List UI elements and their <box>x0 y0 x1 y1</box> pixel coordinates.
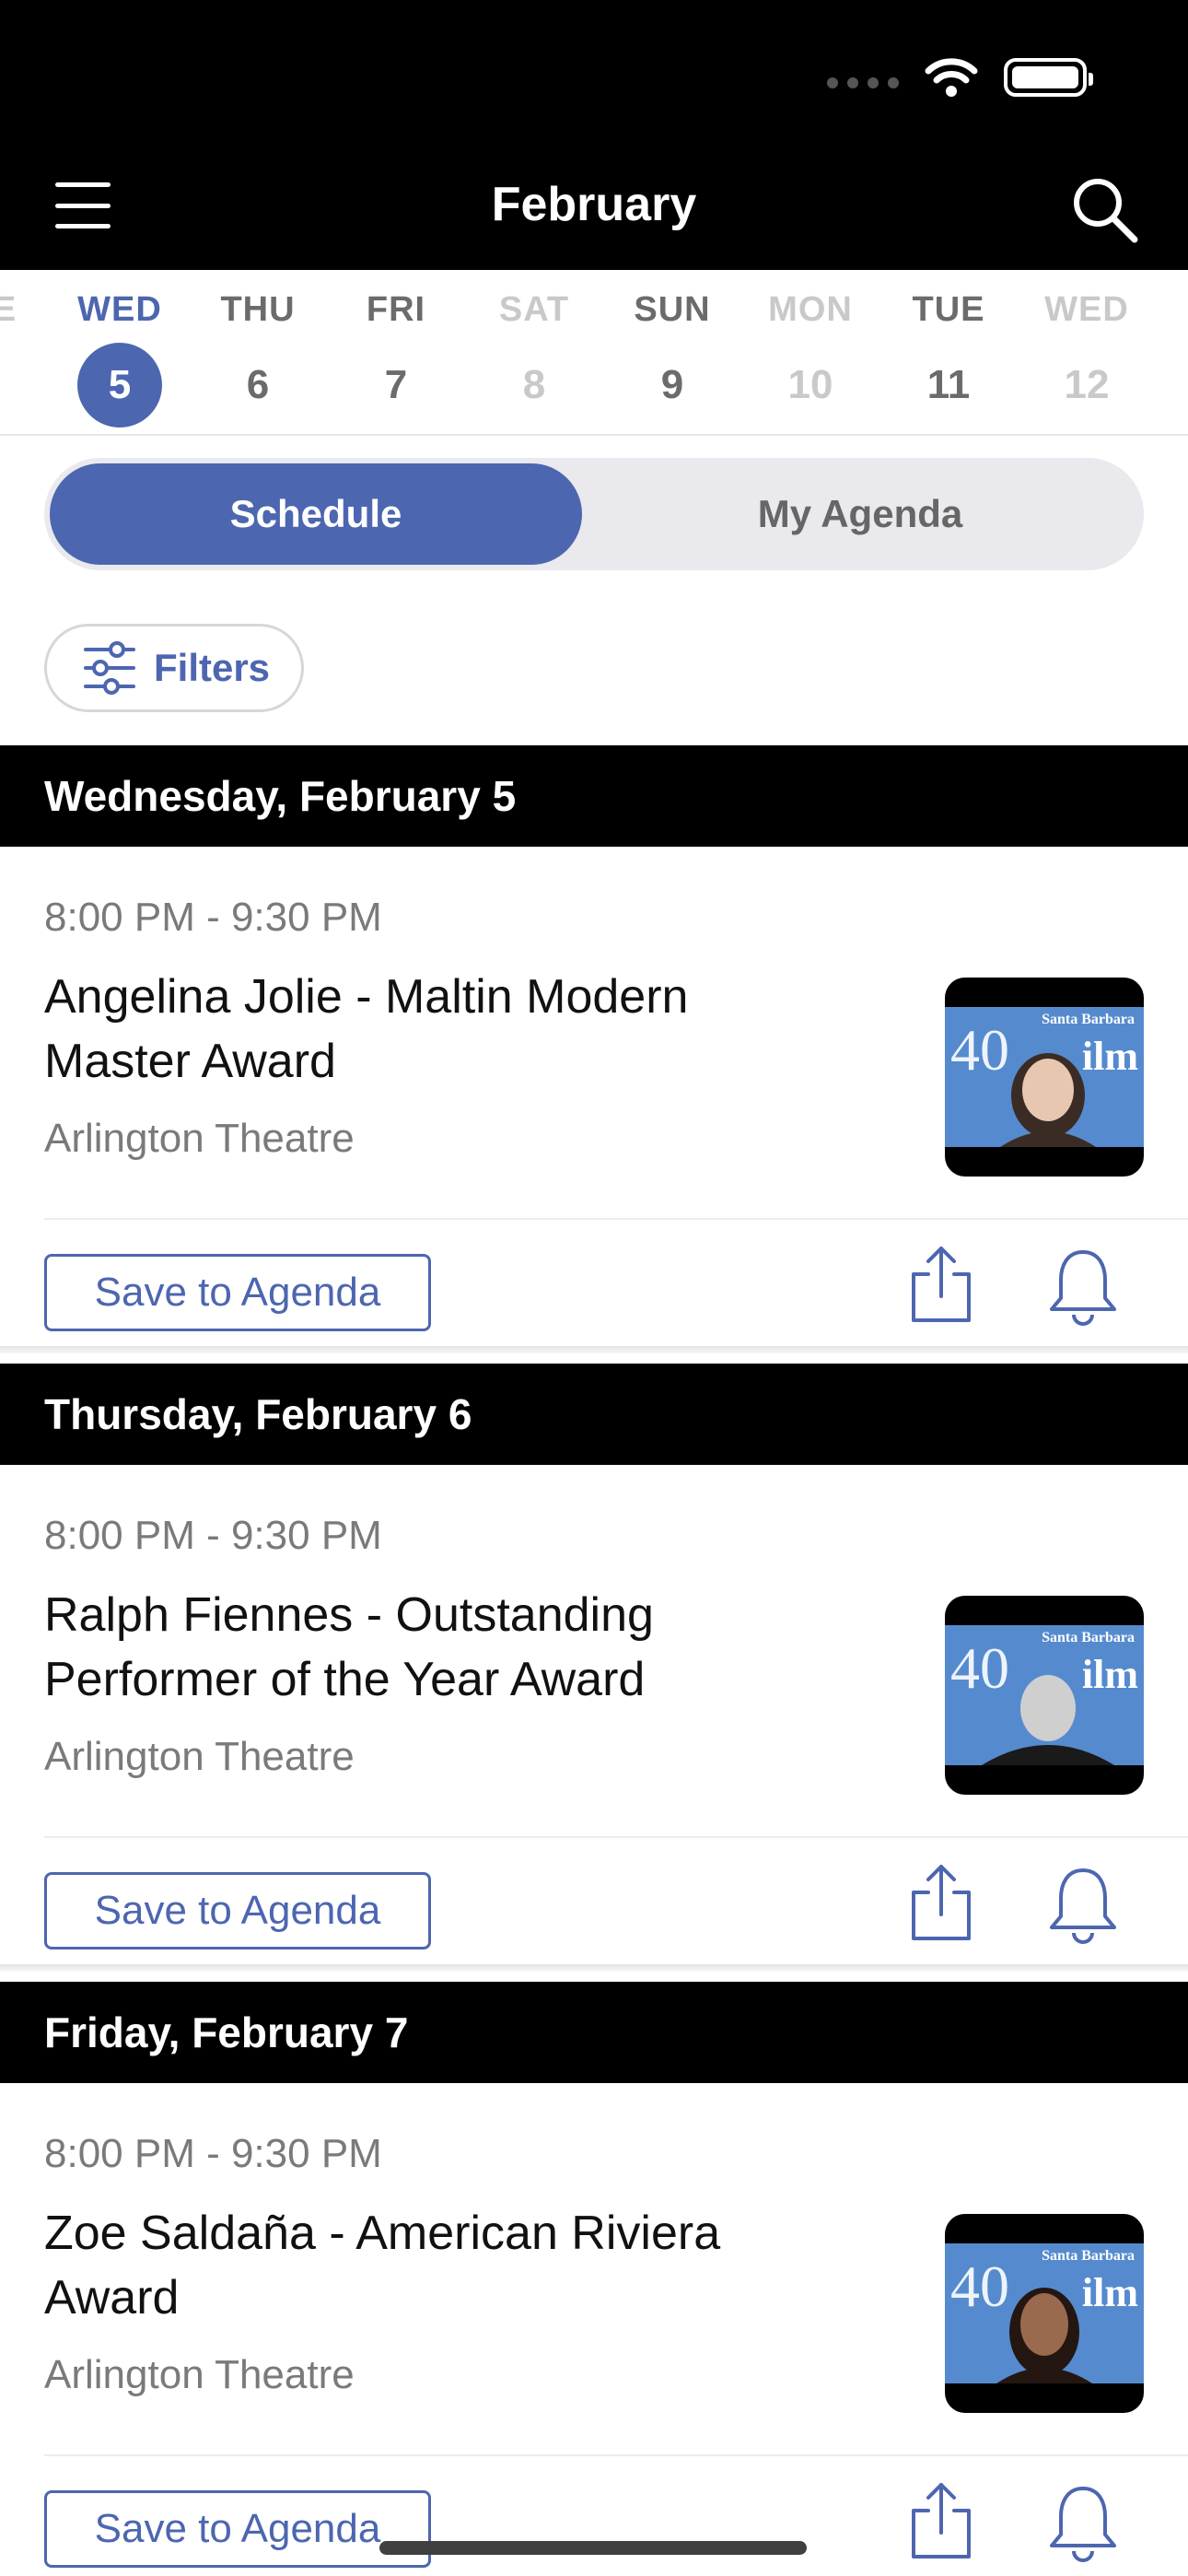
svg-text:ilm: ilm <box>1082 2270 1138 2315</box>
date-item-fri-7[interactable]: FRI 7 <box>327 290 465 427</box>
event-thumbnail[interactable]: Santa Barbara 40 ilm <box>945 1596 1144 1795</box>
card-shadow <box>0 1346 1188 1353</box>
svg-text:40: 40 <box>950 1017 1009 1083</box>
event-card[interactable]: 8:00 PM - 9:30 PM Angelina Jolie - Malti… <box>0 847 1188 1353</box>
event-thumbnail[interactable]: Santa Barbara 40 ilm <box>945 2214 1144 2413</box>
svg-text:ilm: ilm <box>1082 1034 1138 1079</box>
save-to-agenda-button[interactable]: Save to Agenda <box>44 1872 431 1950</box>
event-title[interactable]: Angelina Jolie - Maltin Modern Master Aw… <box>44 965 799 1094</box>
status-bar <box>827 57 1093 98</box>
svg-text:40: 40 <box>950 2254 1009 2319</box>
event-card[interactable]: 8:00 PM - 9:30 PM Zoe Saldaña - American… <box>0 2083 1188 2576</box>
day-header: Wednesday, February 5 <box>0 745 1188 847</box>
event-title[interactable]: Ralph Fiennes - Outstanding Performer of… <box>44 1583 799 1712</box>
event-thumbnail[interactable]: Santa Barbara 40 ilm <box>945 978 1144 1177</box>
event-time: 8:00 PM - 9:30 PM <box>44 895 382 940</box>
top-bar: February <box>0 0 1188 270</box>
filters-icon <box>84 641 135 695</box>
share-icon[interactable] <box>904 1861 978 1944</box>
date-item-mon-10[interactable]: MON 10 <box>741 290 879 427</box>
date-item-sun-9[interactable]: SUN 9 <box>603 290 741 427</box>
share-icon[interactable] <box>904 2479 978 2562</box>
date-item-thu-6[interactable]: THU 6 <box>189 290 327 427</box>
tab-schedule[interactable]: Schedule <box>50 463 582 565</box>
date-item-wed-12[interactable]: WED 12 <box>1018 290 1156 427</box>
event-title[interactable]: Zoe Saldaña - American Riviera Award <box>44 2201 799 2330</box>
event-venue: Arlington Theatre <box>44 1734 355 1779</box>
svg-text:40: 40 <box>950 1635 1009 1701</box>
divider <box>44 1836 1188 1838</box>
event-time: 8:00 PM - 9:30 PM <box>44 1513 382 1558</box>
svg-text:Santa Barbara: Santa Barbara <box>1042 1630 1135 1645</box>
svg-text:Santa Barbara: Santa Barbara <box>1042 1012 1135 1027</box>
event-venue: Arlington Theatre <box>44 1116 355 1161</box>
event-card[interactable]: 8:00 PM - 9:30 PM Ralph Fiennes - Outsta… <box>0 1465 1188 1972</box>
page-title: February <box>491 178 697 231</box>
svg-text:Santa Barbara: Santa Barbara <box>1042 2248 1135 2264</box>
card-shadow <box>0 1964 1188 1972</box>
date-item-wed-5[interactable]: WED 5 <box>51 290 189 427</box>
tab-my-agenda[interactable]: My Agenda <box>582 463 1138 565</box>
wifi-icon <box>925 58 978 97</box>
filters-button[interactable]: Filters <box>44 624 304 712</box>
home-indicator[interactable] <box>379 2541 807 2555</box>
battery-icon <box>1004 58 1093 97</box>
bell-icon[interactable] <box>1046 1245 1120 1328</box>
filters-label: Filters <box>154 646 271 689</box>
search-icon[interactable] <box>1068 173 1142 247</box>
event-time: 8:00 PM - 9:30 PM <box>44 2131 382 2176</box>
view-toggle: Schedule My Agenda <box>44 458 1144 570</box>
day-header: Friday, February 7 <box>0 1982 1188 2083</box>
date-item-sat-8[interactable]: SAT 8 <box>465 290 603 427</box>
divider <box>44 1218 1188 1220</box>
date-strip: E WED5 THU6 FRI7 SAT8 SUN9 MON10 TUE11 W… <box>0 270 1188 436</box>
bell-icon[interactable] <box>1046 2481 1120 2564</box>
signal-icon <box>827 77 899 88</box>
day-header: Thursday, February 6 <box>0 1364 1188 1465</box>
share-icon[interactable] <box>904 1243 978 1326</box>
date-item-tue-11[interactable]: TUE 11 <box>879 290 1018 427</box>
save-to-agenda-button[interactable]: Save to Agenda <box>44 1254 431 1331</box>
bell-icon[interactable] <box>1046 1863 1120 1946</box>
save-to-agenda-button[interactable]: Save to Agenda <box>44 2490 431 2568</box>
event-venue: Arlington Theatre <box>44 2352 355 2397</box>
divider <box>44 2454 1188 2456</box>
svg-text:ilm: ilm <box>1082 1652 1138 1697</box>
